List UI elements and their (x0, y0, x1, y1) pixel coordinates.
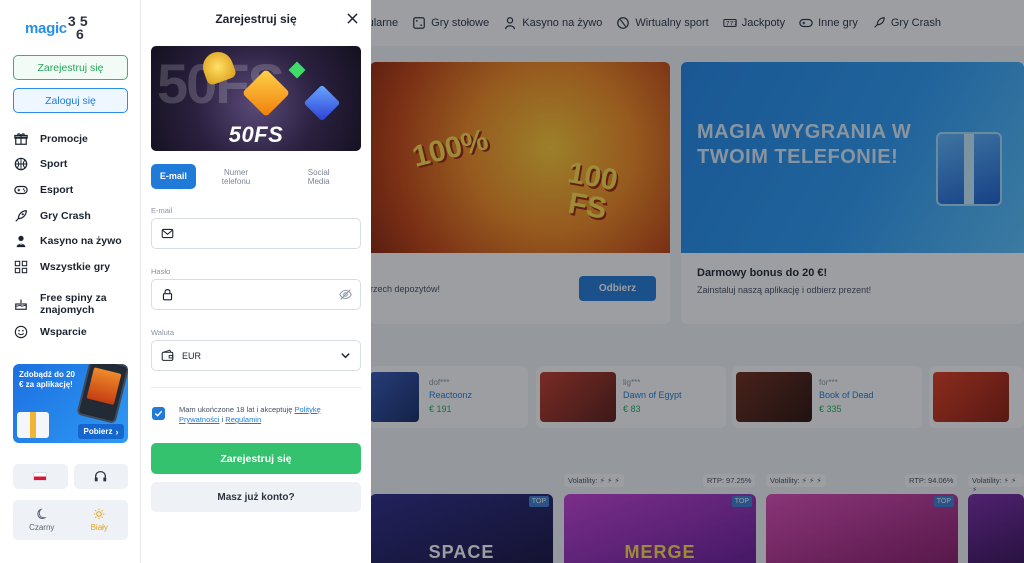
eye-off-icon[interactable] (338, 288, 352, 302)
utility-row (13, 464, 128, 489)
cake-icon (13, 296, 28, 311)
register-button[interactable]: Zarejestruj się (13, 55, 128, 80)
sidebar-item-label: Free spiny za znajomych (40, 291, 107, 316)
tab-social[interactable]: Social Media (276, 164, 361, 189)
logo-word: magic (25, 19, 67, 37)
sun-icon (94, 508, 105, 520)
gift-image (17, 412, 49, 438)
password-input[interactable] (182, 280, 338, 309)
sidebar-item-crash-games[interactable]: Gry Crash (13, 203, 137, 229)
hero-bonus-label: 50FS (228, 122, 284, 147)
lock-icon (160, 288, 174, 302)
phone-image (76, 364, 128, 424)
gem-image (288, 61, 306, 79)
dealer-icon (13, 234, 28, 249)
sidebar-item-live-casino[interactable]: Kasyno na żywo (13, 228, 137, 254)
divider (151, 387, 361, 388)
sidebar-item-label: Kasyno na żywo (40, 235, 122, 248)
have-account-button[interactable]: Masz już konto? (151, 482, 361, 512)
smile-icon (13, 325, 28, 340)
sidebar-item-label: Gry Crash (40, 209, 91, 222)
email-field-label: E-mail (151, 206, 173, 215)
email-field[interactable] (151, 218, 361, 249)
sidebar-item-label: Wszystkie gry (40, 260, 111, 273)
headset-icon (95, 471, 107, 482)
theme-dark-option[interactable]: Czarny (13, 500, 71, 540)
password-field[interactable] (151, 279, 361, 310)
wallet-icon (160, 349, 174, 363)
submit-register-button[interactable]: Zarejestruj się (151, 443, 361, 474)
logo[interactable]: magic 3 5 6 (25, 13, 92, 42)
download-button-label: Pobierz (83, 427, 113, 436)
gem-image (303, 84, 341, 122)
sidebar-item-free-spins[interactable]: Free spiny za znajomych (13, 288, 137, 320)
download-button[interactable]: Pobierz › (78, 424, 124, 439)
sidebar-item-label: Esport (40, 183, 74, 196)
currency-select[interactable]: EUR (151, 340, 361, 371)
grid-icon (13, 259, 28, 274)
basketball-icon (13, 157, 28, 172)
app-banner-text: Zdobądź do 20 € za aplikację! (19, 370, 75, 389)
sidebar-item-all-games[interactable]: Wszystkie gry (13, 254, 137, 280)
sidebar-item-promotions[interactable]: Promocje (13, 126, 137, 152)
logo-digit: 6 (75, 26, 84, 42)
gift-icon (13, 131, 28, 146)
close-icon (346, 12, 358, 24)
panel-title: Zarejestruj się (215, 12, 297, 26)
login-button[interactable]: Zaloguj się (13, 88, 128, 113)
poland-flag-icon (33, 472, 48, 481)
sidebar-item-label: Wsparcie (40, 326, 87, 339)
logo-digits: 3 5 6 (68, 13, 92, 42)
consent-checkbox[interactable] (152, 407, 165, 420)
sidebar-item-esport[interactable]: Esport (13, 177, 137, 203)
bonus-hero-image: 50FS 50FS (151, 46, 361, 151)
sidebar-item-support[interactable]: Wsparcie (13, 320, 137, 346)
email-input[interactable] (182, 219, 360, 248)
sidebar-item-label: Promocje (40, 132, 88, 145)
rocket-icon (13, 208, 28, 223)
theme-light-option[interactable]: Biały (71, 500, 129, 540)
language-button[interactable] (13, 464, 68, 489)
close-button[interactable] (345, 11, 359, 25)
registration-panel: Zarejestruj się 50FS 50FS E-mail Numer t… (141, 0, 371, 563)
theme-light-label: Biały (90, 523, 108, 532)
app-download-banner[interactable]: Zdobądź do 20 € za aplikację! Pobierz › (13, 364, 128, 443)
consent-prefix: Mam ukończone 18 lat i akceptuję (179, 405, 293, 414)
theme-dark-label: Czarny (29, 523, 55, 532)
mail-icon (160, 227, 174, 241)
gamepad-icon (13, 182, 28, 197)
moon-icon (37, 508, 47, 519)
chevron-right-icon: › (115, 426, 119, 437)
password-field-label: Hasło (151, 267, 171, 276)
check-icon (154, 410, 163, 417)
theme-switcher: Czarny Biały (13, 500, 128, 540)
consent-text: Mam ukończone 18 lat i akceptuję Polityk… (179, 405, 359, 425)
terms-link[interactable]: Regulamin (225, 415, 261, 424)
sidebar-item-sport[interactable]: Sport (13, 152, 137, 178)
logo-digit: 5 (79, 13, 88, 29)
currency-value: EUR (182, 350, 202, 361)
sidebar-menu: Promocje Sport Esport Gry Crash Kasyno n… (13, 126, 137, 345)
tab-phone[interactable]: Numer telefonu (196, 164, 277, 189)
currency-field-label: Waluta (151, 328, 175, 337)
chevron-down-icon (338, 349, 352, 363)
sidebar-item-label: Sport (40, 158, 68, 171)
support-chat-button[interactable] (73, 464, 128, 489)
sidebar: magic 3 5 6 Zarejestruj się Zaloguj się … (0, 0, 141, 563)
tab-email[interactable]: E-mail (151, 164, 196, 189)
consent-joiner: i (221, 415, 224, 424)
registration-method-tabs: E-mail Numer telefonu Social Media (151, 164, 361, 189)
